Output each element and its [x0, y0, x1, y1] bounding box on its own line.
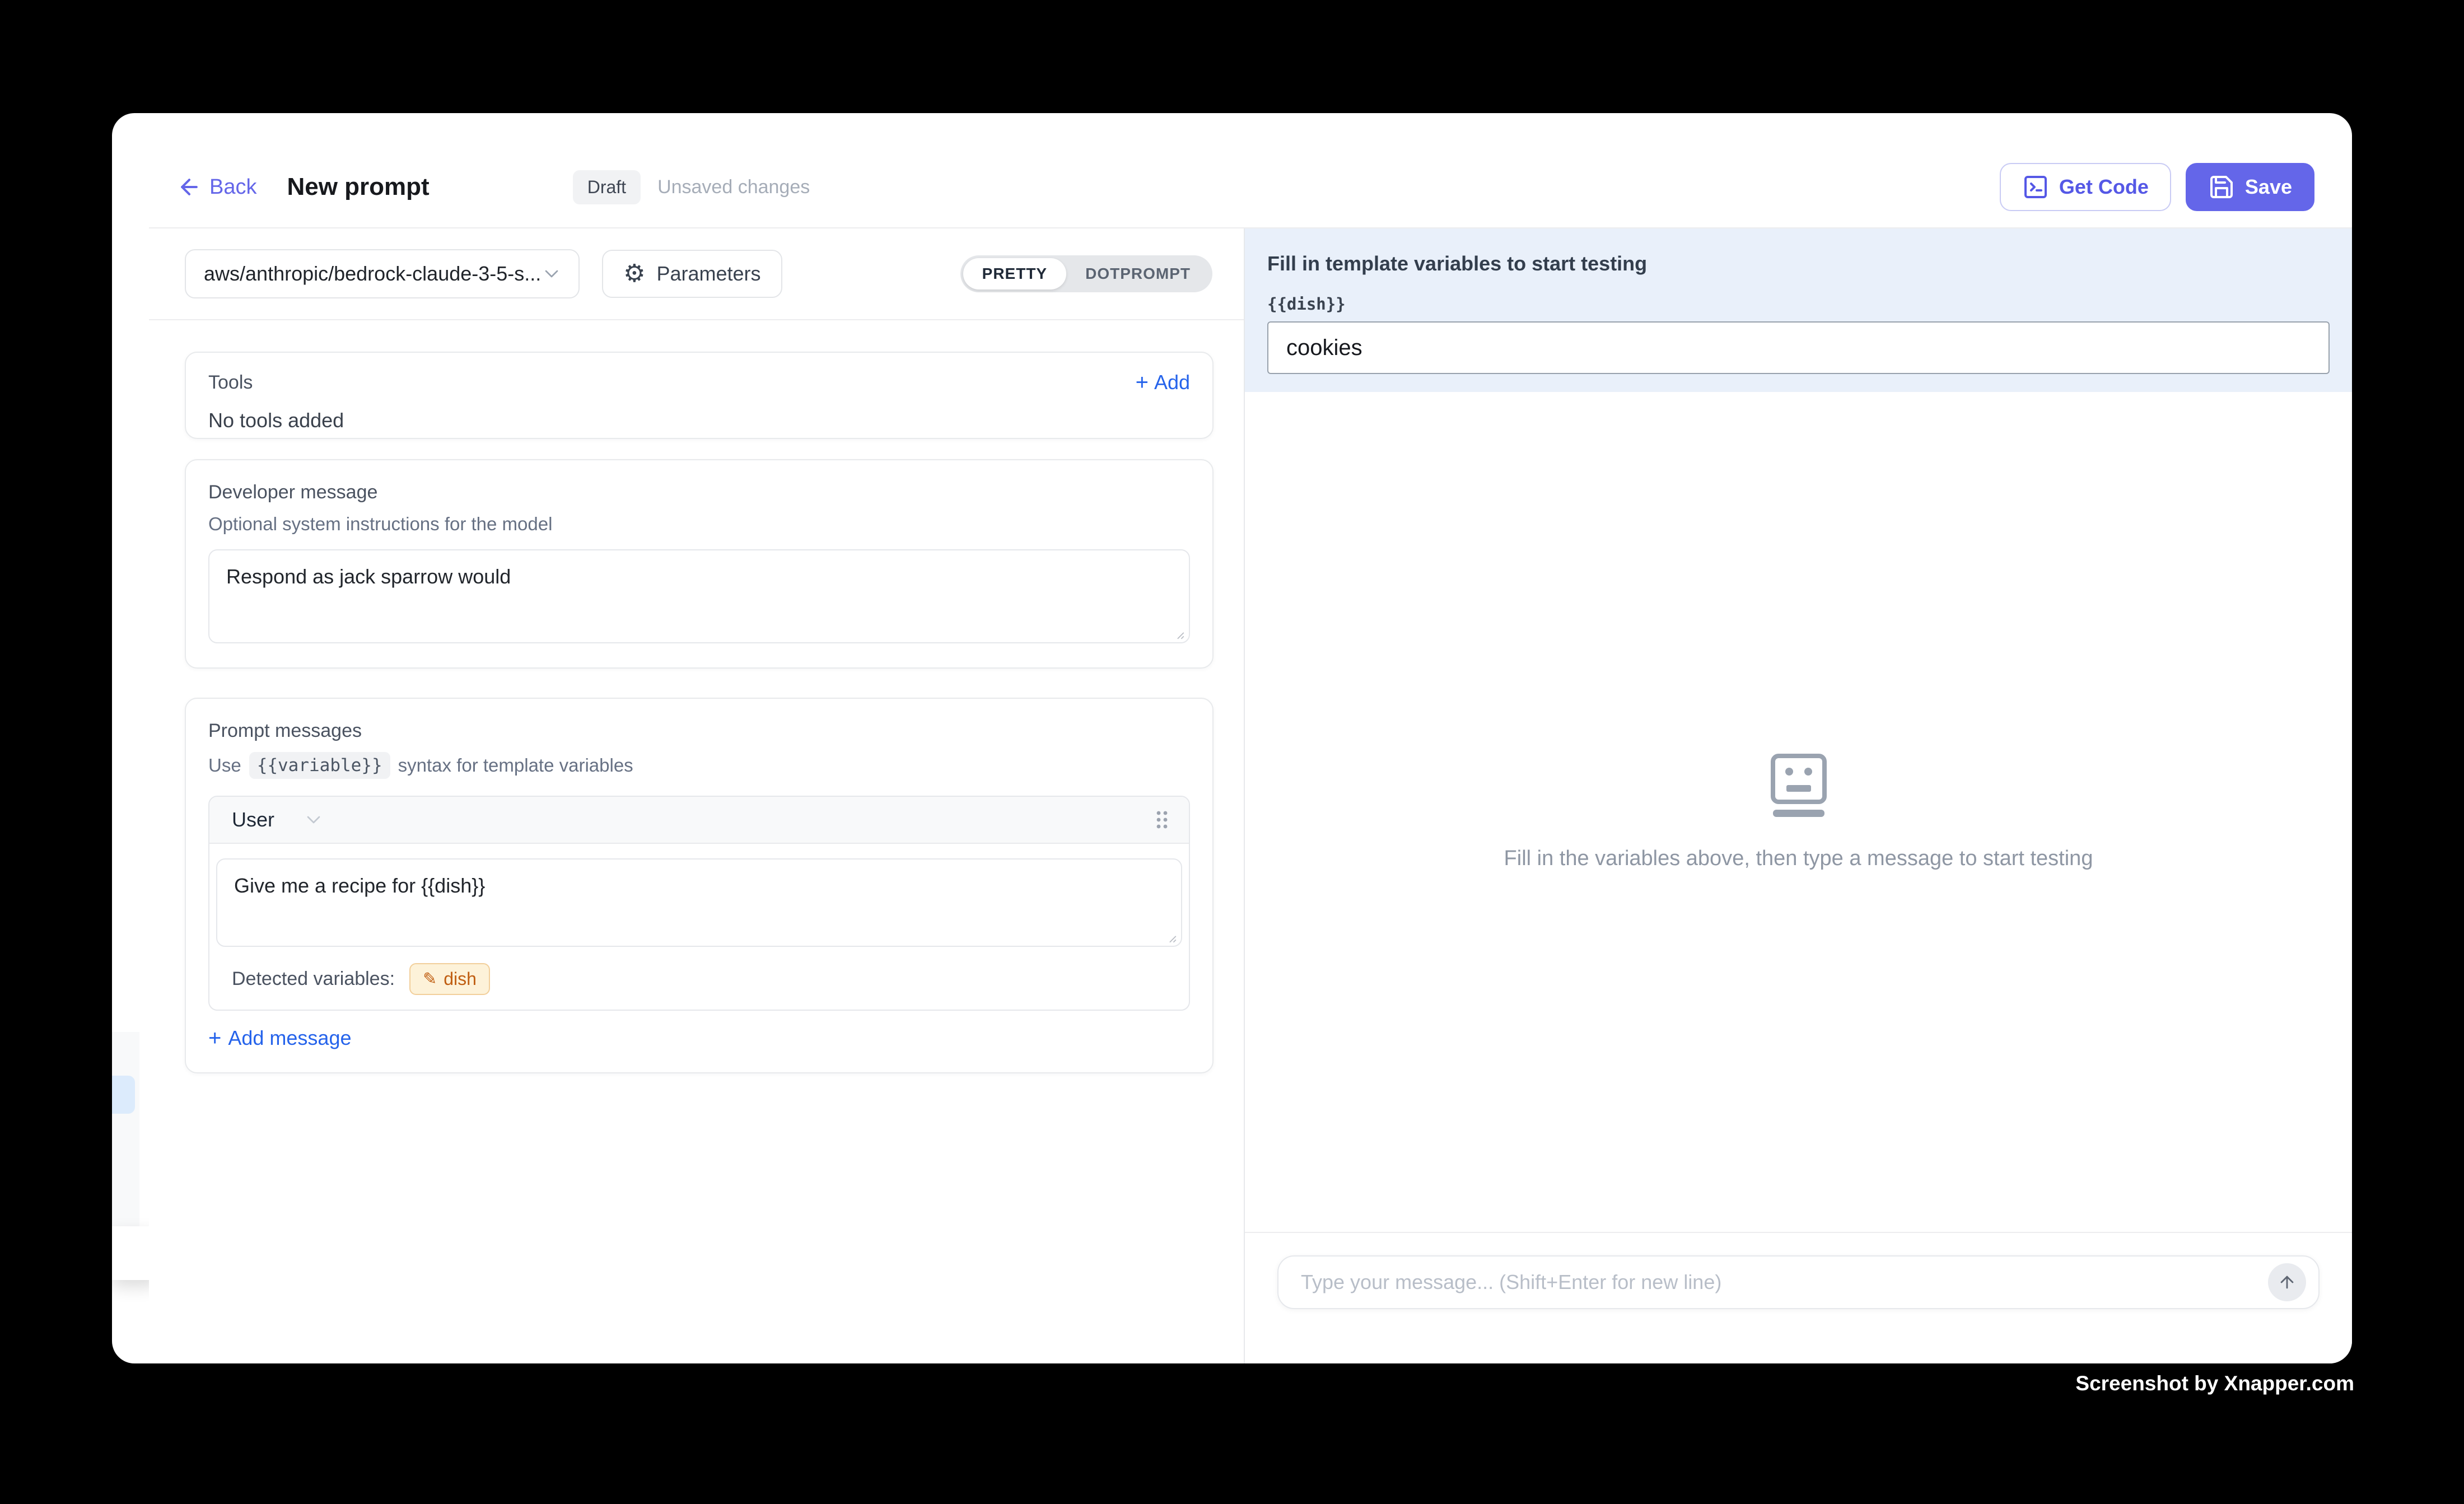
sidebar-fragment: [112, 1032, 139, 1240]
variable-syntax-chip: {{variable}}: [249, 752, 390, 779]
save-icon: [2208, 174, 2235, 200]
subtitle-prefix: Use: [208, 755, 241, 776]
model-toolbar: aws/anthropic/bedrock-claude-3-5-s... ⚙ …: [149, 228, 1244, 320]
pencil-icon: ✎: [423, 969, 437, 989]
back-label: Back: [209, 175, 256, 199]
app-window: Back New prompt Draft Unsaved changes Ge…: [112, 113, 2352, 1363]
tester-variables-section: Fill in template variables to start test…: [1245, 228, 2352, 392]
header: Back New prompt Draft Unsaved changes Ge…: [149, 113, 2352, 228]
variable-badge-dish[interactable]: ✎ dish: [409, 963, 490, 995]
plus-icon: +: [208, 1027, 221, 1049]
developer-message-input[interactable]: Respond as jack sparrow would: [208, 549, 1190, 643]
add-tool-button[interactable]: + Add: [1136, 371, 1190, 394]
chat-input-container: [1277, 1255, 2320, 1309]
watermark-credit: Screenshot by Xnapper.com: [2075, 1372, 2354, 1395]
resize-grip-icon[interactable]: [1171, 626, 1186, 641]
robot-icon: [1771, 754, 1827, 819]
screenshot-stage: Back New prompt Draft Unsaved changes Ge…: [0, 0, 2464, 1504]
resize-grip-icon[interactable]: [1163, 930, 1178, 944]
message-body: Give me a recipe for {{dish}}: [209, 844, 1189, 950]
editor-panel: aws/anthropic/bedrock-claude-3-5-s... ⚙ …: [149, 228, 1245, 1363]
message-content-input[interactable]: Give me a recipe for {{dish}}: [216, 858, 1182, 947]
tools-empty-text: No tools added: [208, 409, 1190, 432]
developer-message-subtitle: Optional system instructions for the mod…: [208, 513, 1190, 535]
subtitle-suffix: syntax for template variables: [398, 755, 633, 776]
detected-variables-row: Detected variables: ✎ dish: [209, 950, 1189, 1010]
save-label: Save: [2245, 175, 2292, 199]
role-selector-value: User: [232, 808, 274, 832]
toggle-option-dotprompt[interactable]: DOTPROMPT: [1066, 258, 1210, 289]
toggle-option-pretty[interactable]: PRETTY: [963, 258, 1066, 289]
message-block: User: [208, 796, 1190, 1011]
chat-message-input[interactable]: [1278, 1271, 2318, 1294]
drag-handle-icon[interactable]: [1151, 806, 1173, 833]
tools-title: Tools: [208, 372, 253, 394]
sidebar-active-item-fragment[interactable]: [112, 1076, 135, 1114]
parameters-button[interactable]: ⚙ Parameters: [602, 250, 782, 298]
role-selector[interactable]: User: [232, 808, 325, 832]
developer-message-title: Developer message: [208, 482, 1190, 503]
prompt-messages-subtitle: Use {{variable}} syntax for template var…: [208, 752, 1190, 779]
variable-value-input[interactable]: [1267, 321, 2330, 374]
save-button[interactable]: Save: [2186, 163, 2314, 211]
parameters-label: Parameters: [656, 262, 760, 286]
status-badge: Draft: [573, 170, 641, 204]
chat-empty-state: Fill in the variables above, then type a…: [1245, 392, 2352, 1232]
page-title: New prompt: [287, 173, 429, 201]
message-header: User: [209, 797, 1189, 844]
model-selector-value: aws/anthropic/bedrock-claude-3-5-s...: [204, 262, 540, 286]
variable-name-label: {{dish}}: [1267, 295, 2330, 314]
developer-message-card: Developer message Optional system instru…: [185, 459, 1214, 669]
add-message-label: Add message: [228, 1026, 351, 1050]
unsaved-changes-text: Unsaved changes: [657, 176, 810, 198]
tester-title: Fill in template variables to start test…: [1267, 252, 2330, 275]
plus-icon: +: [1136, 371, 1149, 394]
tools-card: Tools + Add No tools added: [185, 352, 1214, 439]
detected-variables-label: Detected variables:: [232, 968, 395, 990]
model-selector[interactable]: aws/anthropic/bedrock-claude-3-5-s...: [185, 249, 580, 298]
prompt-messages-card: Prompt messages Use {{variable}} syntax …: [185, 698, 1214, 1073]
add-tool-label: Add: [1154, 371, 1190, 394]
terminal-icon: [2022, 174, 2049, 200]
chevron-down-icon: [540, 263, 563, 285]
get-code-label: Get Code: [2059, 175, 2149, 199]
arrow-left-icon: [177, 175, 202, 199]
send-button[interactable]: [2268, 1263, 2306, 1301]
back-button[interactable]: Back: [177, 175, 256, 199]
variable-badge-label: dish: [444, 969, 477, 989]
prompt-messages-title: Prompt messages: [208, 720, 1190, 742]
arrow-up-icon: [2278, 1273, 2297, 1292]
get-code-button[interactable]: Get Code: [2000, 163, 2171, 211]
add-message-button[interactable]: + Add message: [208, 1026, 1190, 1050]
chat-input-section: [1245, 1232, 2352, 1363]
editor-cards: Tools + Add No tools added Developer mes…: [149, 320, 1244, 1073]
gear-icon: ⚙: [623, 261, 645, 286]
view-mode-toggle: PRETTY DOTPROMPT: [960, 255, 1212, 292]
chevron-down-icon: [302, 809, 325, 831]
chat-empty-text: Fill in the variables above, then type a…: [1504, 847, 2093, 871]
tester-panel: Fill in template variables to start test…: [1245, 228, 2352, 1363]
